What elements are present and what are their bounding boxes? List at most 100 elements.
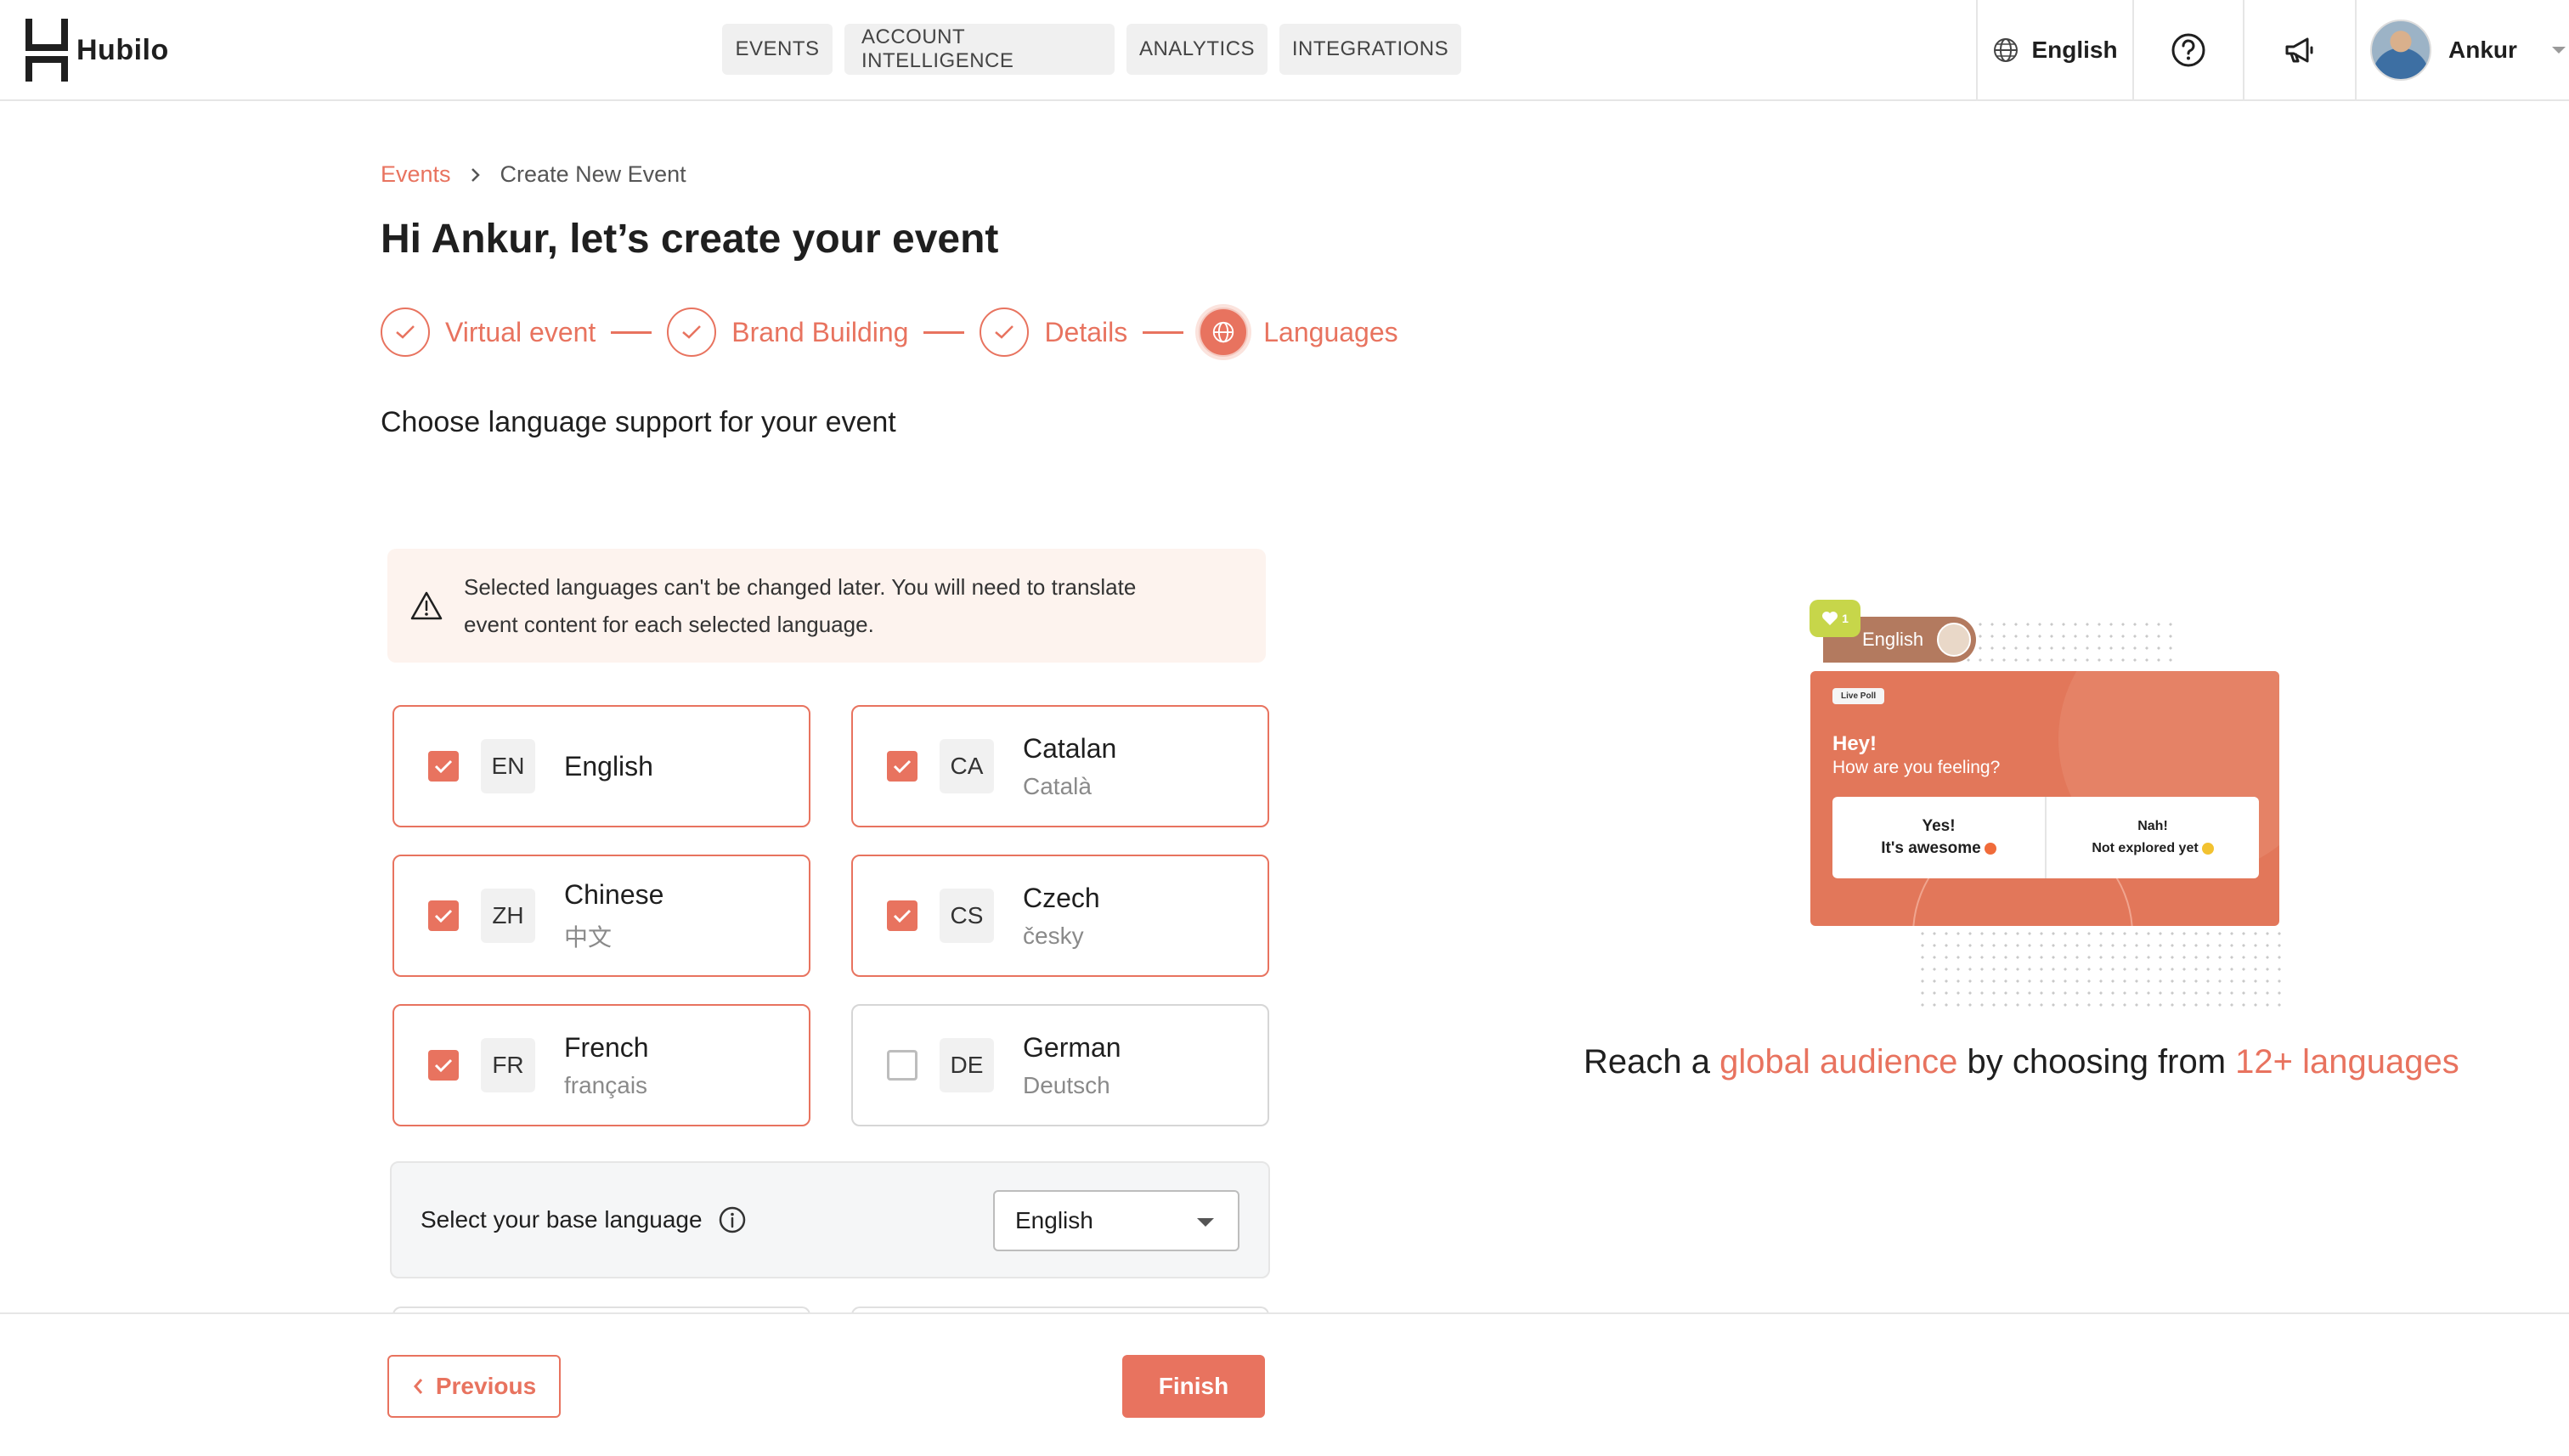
tagline-text: by choosing from [1957,1043,2236,1081]
base-language-label: Select your base language [421,1206,703,1233]
language-names: French français [564,1032,649,1099]
brand-name: Hubilo [76,33,169,66]
heart-icon [1822,612,1838,625]
poll-option-no: Nah! Not explored yet [2045,797,2259,878]
language-name: Chinese [564,878,664,910]
language-checkbox[interactable] [428,1050,459,1081]
header-actions: English Ankur [1976,0,2569,99]
nav-account-intelligence[interactable]: ACCOUNT INTELLIGENCE [844,24,1115,75]
warning-line: Selected languages can't be changed late… [464,574,1137,600]
poll-option-subtitle: It's awesome [1881,838,1996,860]
step-label: Brand Building [731,316,909,347]
step-done-circle [667,308,717,357]
previous-button[interactable]: Previous [387,1355,561,1418]
reaction-count: 1 [1842,612,1849,625]
language-card-czech[interactable]: CS Czech česky [851,855,1269,977]
reaction-badge: 1 [1810,600,1860,637]
avatar [2370,19,2431,81]
language-code: DE [940,1038,994,1092]
globe-icon [1994,37,2019,62]
check-icon [995,325,1014,339]
footer-bar: Previous Finish [0,1312,2569,1456]
check-icon [434,759,453,774]
step-done-circle [980,308,1030,357]
base-language-row: Select your base language English [390,1161,1270,1278]
poll-option-title: Nah! [2137,819,2168,833]
step-connector [1143,330,1184,334]
poll-option-subtitle: Not explored yet [2092,838,2214,860]
previous-label: Previous [435,1373,537,1399]
language-name: German [1023,1031,1121,1063]
base-language-value: English [1015,1207,1093,1233]
live-poll-tag: Live Poll [1832,688,1885,704]
language-card-chinese[interactable]: ZH Chinese 中文 [392,855,810,977]
base-language-select[interactable]: English [993,1190,1239,1251]
emoji-icon [1984,842,1996,855]
tagline-highlight: 12+ languages [2235,1043,2459,1081]
help-circle-icon [2171,33,2205,66]
check-icon [396,325,415,339]
poll-option-text: Not explored yet [2092,841,2199,855]
promo-tagline: Reach a global audience by choosing from… [1584,1043,2459,1081]
step-brand-building[interactable]: Brand Building [667,308,908,357]
language-checkbox[interactable] [887,1050,918,1081]
nav-events[interactable]: EVENTS [722,24,833,75]
language-label: English [2031,36,2118,63]
help-button[interactable] [2132,0,2243,99]
language-checkbox[interactable] [887,900,918,931]
tagline-text: Reach a [1584,1043,1720,1081]
language-native-name: français [564,1071,648,1098]
poll-question: How are you feeling? [1832,758,2001,777]
check-icon [893,759,912,774]
language-code: EN [481,739,535,793]
language-checkbox[interactable] [428,751,459,782]
language-checkbox[interactable] [428,900,459,931]
breadcrumb: Events Create New Event [381,161,686,188]
announcements-button[interactable] [2243,0,2355,99]
poll-options: Yes! It's awesome Nah! Not explored yet [1832,797,2259,878]
user-menu[interactable]: Ankur [2355,0,2569,99]
language-names: Chinese 中文 [564,879,663,953]
language-code: FR [481,1038,535,1092]
language-checkbox[interactable] [887,751,918,782]
caret-down-icon [1197,1218,1214,1227]
step-label: Details [1044,316,1128,347]
language-name: French [564,1031,649,1063]
breadcrumb-events-link[interactable]: Events [381,161,451,188]
language-names: Czech česky [1023,883,1100,950]
step-details[interactable]: Details [980,308,1127,357]
poll-option-text: It's awesome [1881,839,1981,857]
hubilo-logo-icon [25,19,68,82]
step-virtual-event[interactable]: Virtual event [381,308,596,357]
language-name: Czech [1023,882,1100,913]
step-done-circle [381,308,430,357]
language-native-name: Deutsch [1023,1071,1110,1098]
step-connector [611,330,652,334]
language-code: ZH [481,889,535,943]
check-icon [434,909,453,923]
tagline-highlight: global audience [1719,1043,1958,1081]
nav-analytics[interactable]: ANALYTICS [1126,24,1268,75]
language-code: CS [940,889,994,943]
language-card-french[interactable]: FR French français [392,1004,810,1126]
check-icon [893,909,912,923]
step-languages[interactable]: Languages [1199,308,1398,357]
chevron-left-icon [413,1379,422,1394]
language-card-german[interactable]: DE German Deutsch [851,1004,1269,1126]
step-active-circle [1199,308,1249,357]
dot-pattern [1917,928,2282,1013]
language-card-english[interactable]: EN English [392,705,810,827]
chevron-right-icon [471,167,480,182]
section-subtitle: Choose language support for your event [381,406,896,438]
language-native-name: Català [1023,772,1092,799]
nav-integrations[interactable]: INTEGRATIONS [1279,24,1461,75]
emoji-icon [2201,842,2214,855]
step-connector [923,330,965,334]
language-name: English [564,750,653,782]
info-icon[interactable] [718,1205,747,1234]
finish-button[interactable]: Finish [1122,1355,1265,1418]
brand-logo[interactable]: Hubilo [25,19,169,82]
language-names: German Deutsch [1023,1032,1121,1099]
language-switcher[interactable]: English [1976,0,2132,99]
language-card-catalan[interactable]: CA Catalan Català [851,705,1269,827]
